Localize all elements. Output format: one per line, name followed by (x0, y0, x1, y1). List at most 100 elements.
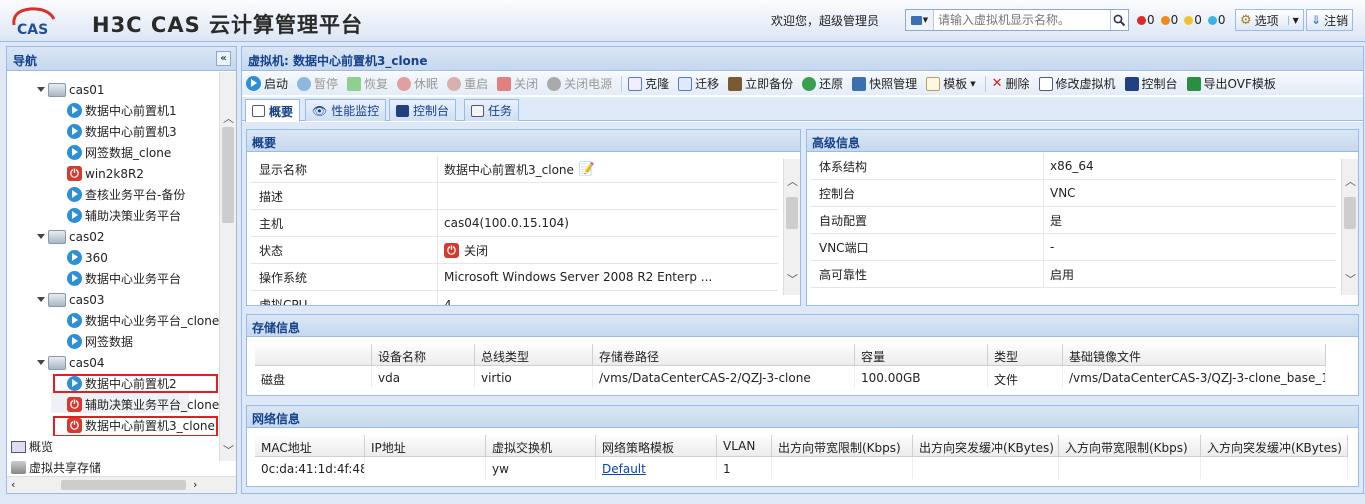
search-button[interactable] (1110, 10, 1128, 30)
network-panel: 网络信息 MAC地址 IP地址 虚拟交换机 网络策略模板 VLAN 出方向带宽限… (246, 405, 1359, 487)
collapse-nav-button[interactable]: « (216, 51, 231, 66)
chevron-down-icon: ▼ (970, 79, 976, 88)
storage-panel: 存储信息 设备名称 总线类型 存储卷路径 容量 类型 基础镜像文件 磁盘 vda… (246, 314, 1359, 396)
scroll-down-icon[interactable]: ﹀ (1342, 271, 1358, 287)
scroll-down-icon[interactable]: ﹀ (784, 271, 800, 287)
tree-vm[interactable]: ⏻ 辅助决策业务平台_clone (67, 394, 219, 415)
backup-button[interactable]: 立即备份 (728, 75, 793, 92)
policy-template-link[interactable]: Default (602, 462, 646, 476)
advanced-panel: 高级信息 体系结构 x86_64 控制台 VNC 自动配置是 VNC端口 - 高可靠性… (806, 129, 1359, 306)
scroll-up-icon[interactable]: ︿ (784, 173, 800, 189)
scroll-thumb[interactable] (786, 197, 798, 229)
alarm-dot-icon (1137, 15, 1146, 25)
logout-button[interactable]: ⇓ 注销 (1306, 9, 1354, 31)
resume-button[interactable]: 恢复 (347, 75, 388, 92)
summary-scrollbar[interactable]: ︿ ﹀ (783, 159, 800, 295)
nav-vertical-scrollbar[interactable]: ︿ ﹀ (219, 72, 236, 461)
search-icon (1113, 14, 1126, 26)
alarm-dot-icon (1184, 15, 1194, 25)
pause-button[interactable]: 暂停 (297, 75, 338, 92)
tree-vm[interactable]: 数据中心前置机3 (67, 121, 177, 142)
tree-vm[interactable]: ⏻ win2k8R2 (67, 163, 144, 184)
hibernate-button[interactable]: 休眠 (397, 75, 438, 92)
monitor-icon (910, 15, 922, 25)
summary-icon (252, 105, 265, 117)
edit-vm-button[interactable]: 修改虚拟机 (1038, 75, 1116, 92)
kv-row: 操作系统 Microsoft Windows Server 2008 R2 Ent… (251, 264, 778, 291)
alarm-major[interactable]: 0 (1160, 13, 1178, 27)
kv-row: 虚拟CPU 4 (251, 291, 778, 305)
scroll-up-icon[interactable]: ︿ (220, 110, 237, 126)
alarm-critical[interactable]: 0 (1137, 13, 1155, 27)
scroll-left-icon[interactable]: ‹ (11, 478, 15, 491)
start-button[interactable]: 启动 (246, 75, 288, 92)
nav-link-overview[interactable]: 概览 (11, 436, 53, 457)
vm-running-icon (67, 208, 82, 223)
hibernate-icon (397, 76, 412, 91)
tree-host-cas01[interactable]: cas01 (37, 79, 104, 100)
restart-button[interactable]: 重启 (447, 75, 488, 92)
vm-search-box: ▼ (905, 9, 1129, 31)
chevron-down-icon: ▼ (922, 16, 929, 24)
shutdown-button[interactable]: 关闭 (497, 75, 538, 92)
host-icon (48, 355, 66, 370)
scroll-thumb[interactable] (61, 480, 186, 490)
tree-vm[interactable]: 辅助决策业务平台 (67, 205, 181, 226)
play-icon (246, 76, 261, 91)
scroll-thumb[interactable] (1344, 197, 1356, 229)
tree-vm[interactable]: 网签数据 (67, 331, 133, 352)
migrate-button[interactable]: 迁移 (678, 75, 719, 92)
table-row[interactable]: 0c:da:41:1d:4f:48 yw Default 1 (255, 457, 1348, 479)
export-ovf-button[interactable]: 导出OVF模板 (1186, 75, 1276, 92)
tab-performance[interactable]: 👁 性能监控 (305, 99, 387, 121)
nav-link-shared-storage[interactable]: 虚拟共享存储 (11, 457, 101, 478)
options-button[interactable]: ⚙ 选项 ▼ (1235, 9, 1304, 31)
vm-title: 虚拟机: 数据中心前置机3_clone (242, 47, 1363, 71)
tree-vm[interactable]: 数据中心前置机1 (67, 100, 177, 121)
snapshot-button[interactable]: 快照管理 (852, 75, 917, 92)
scroll-right-icon[interactable]: › (193, 478, 197, 491)
restore-icon (802, 76, 817, 91)
vm-running-icon (67, 334, 82, 349)
restore-button[interactable]: 还原 (802, 75, 843, 92)
tree-host-cas03[interactable]: cas03 (37, 289, 104, 310)
scroll-down-icon[interactable]: ﹀ (220, 442, 237, 458)
nav-horizontal-scrollbar[interactable]: ‹ › (7, 476, 236, 493)
tree-host-cas04[interactable]: cas04 (37, 352, 104, 373)
tab-summary[interactable]: 概要 (245, 99, 301, 122)
tree-vm[interactable]: 网签数据_clone (67, 142, 171, 163)
scroll-thumb[interactable] (222, 127, 234, 223)
clone-button[interactable]: 克隆 (628, 75, 669, 92)
alarm-minor[interactable]: 0 (1184, 13, 1202, 27)
pause-icon (297, 76, 312, 91)
table-row[interactable]: 磁盘 vda virtio /vms/DataCenterCAS-2/QZJ-3… (255, 366, 1326, 388)
alarm-info[interactable]: 0 (1207, 13, 1226, 27)
tree-vm[interactable]: 数据中心业务平台 (67, 268, 181, 289)
summary-title: 概要 (247, 130, 800, 152)
tab-tasks[interactable]: 任务 (464, 99, 520, 121)
tree-vm[interactable]: 数据中心业务平台_clone (67, 310, 219, 331)
search-type-dropdown[interactable]: ▼ (906, 10, 934, 30)
edit-icon (1038, 76, 1053, 91)
search-input[interactable] (934, 10, 1110, 30)
tab-console[interactable]: 控制台 (389, 99, 457, 121)
storage-table: 设备名称 总线类型 存储卷路径 容量 类型 基础镜像文件 磁盘 vda virt… (255, 344, 1348, 392)
edit-name-icon[interactable]: 📝 (579, 162, 595, 177)
power-off-icon: ⏻ (67, 166, 82, 181)
tree-vm[interactable]: 查核业务平台-备份 (67, 184, 185, 205)
advanced-scrollbar[interactable]: ︿ ﹀ (1341, 159, 1358, 295)
tree-host-cas02[interactable]: cas02 (37, 226, 104, 247)
status-text: 关闭 (464, 243, 489, 258)
power-off-button[interactable]: 关闭电源 (547, 75, 612, 92)
template-button[interactable]: 模板 ▼ (926, 75, 976, 92)
kv-row: 主机 cas04(100.0.15.104) (251, 210, 778, 237)
tree-vm[interactable]: 360 (67, 247, 108, 268)
scroll-up-icon[interactable]: ︿ (1342, 173, 1358, 189)
console-button[interactable]: 控制台 (1124, 75, 1178, 92)
vm-detail-panel: 虚拟机: 数据中心前置机3_clone 启动 暂停 恢复 休眠 重启 关闭 关闭… (241, 46, 1364, 494)
logo-text: CAS (17, 22, 48, 37)
expand-icon (37, 297, 45, 302)
logout-icon: ⇓ (1311, 13, 1322, 27)
highlight-box (53, 416, 218, 436)
delete-button[interactable]: ✕ 删除 (992, 75, 1030, 92)
